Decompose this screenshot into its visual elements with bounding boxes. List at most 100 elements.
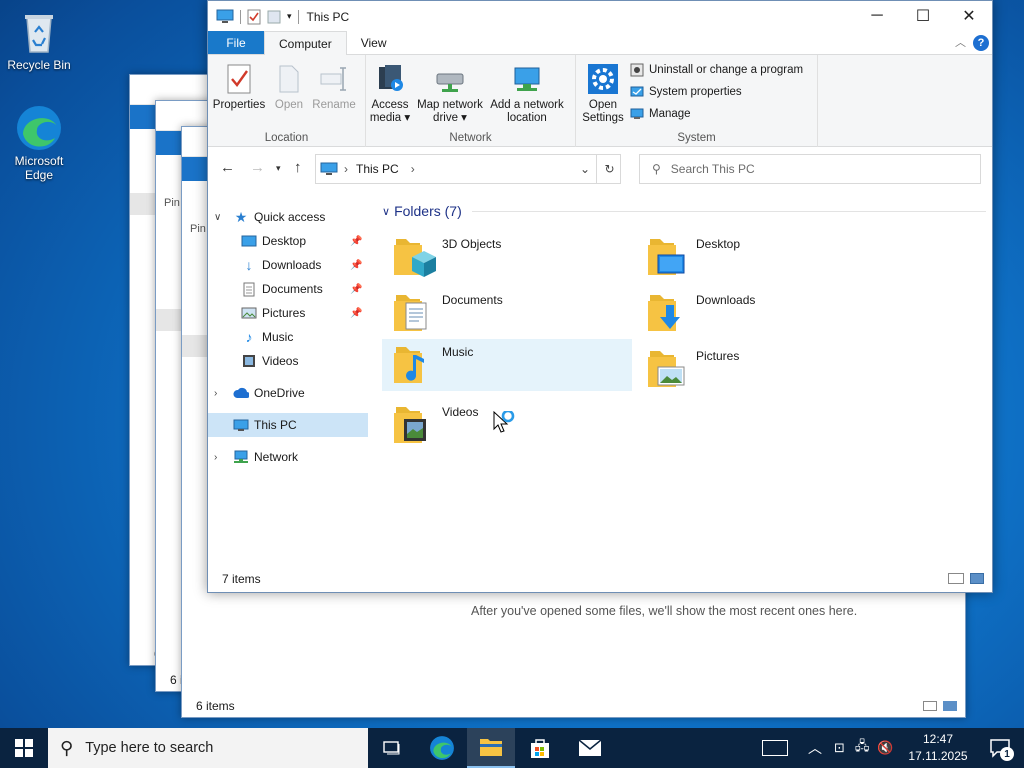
nav-quick-access[interactable]: ∨ ★ Quick access <box>208 205 368 229</box>
mail-icon <box>578 739 602 756</box>
task-view-button[interactable] <box>368 728 416 768</box>
notification-center-button[interactable]: 1 <box>976 728 1024 768</box>
nav-item-desktop[interactable]: Desktop 📌 <box>208 229 368 253</box>
folder-documents[interactable]: Documents <box>382 287 632 339</box>
folder-music[interactable]: Music <box>382 339 632 391</box>
folder-label: Downloads <box>696 293 756 307</box>
folder-downloads[interactable]: Downloads <box>636 287 886 339</box>
meet-now-icon[interactable]: ⊡ <box>834 740 845 756</box>
windows-logo-icon <box>15 739 33 757</box>
gear-icon <box>586 61 620 97</box>
chevron-down-icon[interactable]: ∨ <box>214 212 221 223</box>
notification-count-badge: 1 <box>1000 747 1014 761</box>
nav-this-pc[interactable]: This PC <box>208 413 368 437</box>
tab-view[interactable]: View <box>347 31 401 54</box>
folder-pictures[interactable]: Pictures <box>636 343 886 395</box>
uninstall-program-button[interactable]: Uninstall or change a program <box>630 59 803 81</box>
network-status-icon[interactable]: 🖧 <box>855 737 870 759</box>
breadcrumb-separator-icon: › <box>344 162 348 176</box>
maximize-button[interactable]: ☐ <box>900 1 946 31</box>
network-location-icon <box>510 61 544 97</box>
recent-locations-icon[interactable]: ▾ <box>276 163 281 174</box>
network-drive-icon <box>433 61 467 97</box>
desktop-icon <box>241 233 257 249</box>
up-button[interactable]: ↑ <box>294 159 302 176</box>
breadcrumb-separator-icon[interactable]: › <box>411 162 415 176</box>
ribbon-group-system: Open Settings Uninstall or change a prog… <box>576 55 818 147</box>
title-bar[interactable]: ▾ This PC ─ ☐ ✕ <box>208 1 992 32</box>
folder-3d-objects[interactable]: 3D Objects <box>382 231 632 283</box>
details-view-icon[interactable] <box>923 701 937 711</box>
system-properties-button[interactable]: System properties <box>630 81 803 103</box>
help-icon[interactable]: ? <box>973 35 989 51</box>
pictures-icon <box>241 305 257 321</box>
taskbar-store[interactable] <box>516 728 564 768</box>
minimize-button[interactable]: ─ <box>854 1 900 31</box>
forward-button[interactable]: → <box>250 159 265 176</box>
pin-icon[interactable]: 📌 <box>350 284 362 295</box>
taskbar-clock[interactable]: 12:47 17.11.2025 <box>900 731 976 765</box>
nav-item-pictures[interactable]: Pictures 📌 <box>208 301 368 325</box>
nav-item-videos[interactable]: Videos <box>208 349 368 373</box>
manage-icon <box>630 108 644 119</box>
explorer-window-this-pc[interactable]: ▾ This PC ─ ☐ ✕ File Computer View ︿ ? P… <box>207 0 993 593</box>
start-button[interactable] <box>0 728 48 768</box>
folder-desktop[interactable]: Desktop <box>636 231 886 283</box>
search-icon: ⚲ <box>652 162 661 176</box>
address-box[interactable]: › This PC › ⌄ <box>315 154 621 184</box>
this-pc-icon <box>216 9 234 23</box>
taskbar-search-input[interactable]: Type here to search <box>85 740 213 756</box>
chevron-down-icon[interactable]: ▾ <box>287 11 292 22</box>
chevron-right-icon[interactable]: › <box>214 452 217 463</box>
pin-icon[interactable]: 📌 <box>350 260 362 271</box>
pin-icon[interactable]: 📌 <box>350 236 362 247</box>
chevron-up-icon[interactable]: ︿ <box>808 738 822 758</box>
window-title: This PC <box>306 9 350 24</box>
address-dropdown-icon[interactable]: ⌄ <box>580 162 590 176</box>
nav-network[interactable]: › Network <box>208 445 368 469</box>
tiles-view-icon[interactable] <box>943 701 957 711</box>
search-input[interactable]: Search This PC <box>671 162 755 176</box>
back-button[interactable]: ← <box>220 159 235 176</box>
quick-access-toolbar: ▾ <box>208 9 299 25</box>
folders-group-header[interactable]: ∨ Folders (7) <box>376 199 986 223</box>
search-icon: ⚲ <box>60 737 74 758</box>
refresh-button[interactable]: ↻ <box>596 154 622 184</box>
ribbon: Properties Open Rename Location Access m… <box>208 55 992 147</box>
close-button[interactable]: ✕ <box>946 1 992 31</box>
nav-item-documents[interactable]: Documents 📌 <box>208 277 368 301</box>
desktop-icon-recycle-bin[interactable]: Recycle Bin <box>1 8 77 72</box>
collapse-ribbon-icon[interactable]: ︿ <box>955 34 966 50</box>
manage-button[interactable]: Manage <box>630 103 803 125</box>
search-box[interactable]: ⚲ Search This PC <box>639 154 981 184</box>
taskbar-mail[interactable] <box>566 728 614 768</box>
taskbar-search-box[interactable]: ⚲ Type here to search <box>48 728 368 768</box>
large-icons-view-icon[interactable] <box>970 573 984 584</box>
volume-muted-icon[interactable]: 🔇 <box>877 740 893 756</box>
open-icon <box>272 61 306 97</box>
taskbar: ⚲ Type here to search ︿ ⊡ 🖧 🔇 12:47 17.1… <box>0 728 1024 768</box>
downloads-folder-icon <box>642 289 690 337</box>
chevron-down-icon[interactable]: ∨ <box>382 205 390 218</box>
nav-item-downloads[interactable]: ↓ Downloads 📌 <box>208 253 368 277</box>
news-widget-icon[interactable] <box>762 740 788 756</box>
desktop-folder-icon <box>642 233 690 281</box>
properties-icon[interactable] <box>247 9 261 25</box>
new-folder-icon[interactable] <box>267 9 281 25</box>
taskbar-edge[interactable] <box>418 728 466 768</box>
taskbar-file-explorer[interactable] <box>467 728 515 768</box>
document-icon <box>241 281 257 297</box>
tab-computer[interactable]: Computer <box>264 31 347 55</box>
details-view-icon[interactable] <box>948 573 964 584</box>
desktop-icon-edge[interactable]: Microsoft Edge <box>1 104 77 182</box>
music-folder-icon <box>388 341 436 389</box>
desktop-icon-label: Microsoft Edge <box>14 154 64 182</box>
nav-item-music[interactable]: ♪ Music <box>208 325 368 349</box>
task-view-icon <box>383 741 400 755</box>
uninstall-icon <box>630 63 644 77</box>
tab-file[interactable]: File <box>208 31 264 54</box>
pin-icon[interactable]: 📌 <box>350 308 362 319</box>
breadcrumb-this-pc[interactable]: This PC <box>356 162 399 176</box>
chevron-right-icon[interactable]: › <box>214 388 217 399</box>
nav-onedrive[interactable]: › OneDrive <box>208 381 368 405</box>
